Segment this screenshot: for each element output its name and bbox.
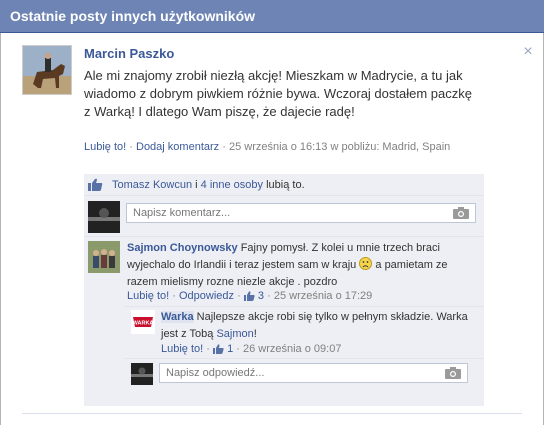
mention-link[interactable]: Sajmon	[216, 328, 253, 340]
post-bottom-divider	[22, 413, 522, 414]
comment-timestamp: 25 września o 17:29	[273, 290, 373, 302]
likes-summary: Tomasz Kowcun i 4 inne osoby lubią to.	[84, 174, 484, 196]
post-author-name[interactable]: Marcin Paszko	[84, 46, 174, 61]
comment-reply-link[interactable]: Odpowiedz	[179, 290, 234, 302]
comment-body: Sajmon Choynowsky Fajny pomysł. Z kolei …	[127, 240, 477, 291]
comment-like-count[interactable]: 3	[258, 290, 264, 302]
svg-text:WARKA: WARKA	[133, 320, 154, 326]
reply-meta: Lubię to! · 1 · 26 września o 09:07	[161, 342, 341, 356]
reply-text: Najlepsze akcje robi się tylko w pełnym …	[161, 311, 468, 340]
camera-icon[interactable]	[453, 207, 469, 219]
post-meta: Lubię to! · Dodaj komentarz · 25 wrześni…	[84, 139, 464, 155]
likes-suffix: lubią to.	[263, 179, 305, 191]
thumbs-up-icon	[213, 344, 224, 354]
current-user-avatar-small	[131, 363, 153, 385]
likes-conj: i	[192, 179, 201, 191]
reply-like-count[interactable]: 1	[227, 343, 233, 355]
liker-name-link[interactable]: Tomasz Kowcun	[112, 179, 192, 191]
meta-separator: ·	[237, 290, 244, 302]
comment-author-link[interactable]: Sajmon Choynowsky	[127, 242, 238, 254]
close-icon[interactable]: ×	[521, 44, 535, 60]
section-title: Ostatnie posty innych użytkowników	[10, 8, 256, 24]
meta-separator: ·	[236, 343, 243, 355]
section-header: Ostatnie posty innych użytkowników	[0, 0, 544, 33]
current-user-avatar	[88, 201, 120, 233]
reply-input[interactable]: Napisz odpowiedź...	[159, 363, 468, 383]
comment-like-link[interactable]: Lubię to!	[127, 290, 169, 302]
post-like-link[interactable]: Lubię to!	[84, 141, 126, 153]
comment-input[interactable]: Napisz komentarz...	[126, 203, 476, 223]
meta-separator: ·	[172, 290, 179, 302]
reply-input-placeholder: Napisz odpowiedź...	[166, 367, 265, 379]
comment-meta: Lubię to! · Odpowiedz · 3 · 25 września …	[127, 289, 372, 303]
post-text: Ale mi znajomy zrobił niezłą akcję! Mies…	[84, 68, 472, 119]
thumbs-up-icon	[88, 178, 103, 191]
meta-separator: ·	[206, 343, 213, 355]
camera-icon[interactable]	[445, 367, 461, 379]
comment-divider	[84, 236, 484, 237]
reply-input-divider	[124, 358, 484, 359]
post-author-avatar[interactable]	[22, 45, 72, 95]
reply-like-link[interactable]: Lubię to!	[161, 343, 203, 355]
comment-input-placeholder: Napisz komentarz...	[133, 207, 231, 219]
sad-smiley-icon	[359, 257, 373, 270]
other-likers-link[interactable]: 4 inne osoby	[201, 179, 263, 191]
post-timestamp-location: 25 września o 16:13 w pobliżu: Madrid, S…	[228, 141, 451, 153]
reply-author-link[interactable]: Warka	[161, 311, 194, 323]
meta-separator: ·	[267, 290, 274, 302]
meta-separator: ·	[222, 141, 229, 153]
reply-timestamp: 26 września o 09:07	[242, 343, 342, 355]
sajmon-avatar[interactable]	[88, 241, 120, 273]
add-comment-link[interactable]: Dodaj komentarz	[136, 141, 219, 153]
meta-separator: ·	[129, 141, 136, 153]
frame-left-border	[0, 33, 1, 425]
reply-text-end: !	[253, 328, 257, 340]
warka-logo[interactable]: WARKA	[131, 310, 155, 334]
reply-body: Warka Najlepsze akcje robi się tylko w p…	[161, 309, 471, 343]
reply-divider	[124, 306, 484, 307]
thumbs-up-icon	[243, 291, 255, 301]
